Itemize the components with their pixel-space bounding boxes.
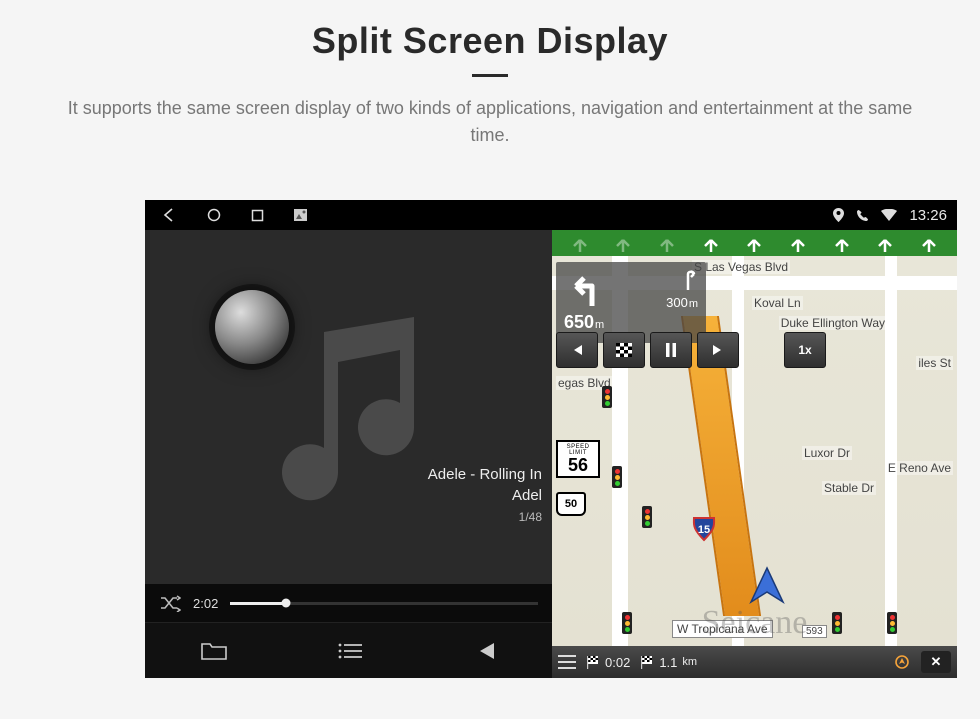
road-label: Stable Dr [822, 481, 876, 495]
main-distance: 650 [564, 312, 594, 332]
lane-arrow-icon [615, 234, 631, 252]
status-bar: 13:26 [145, 200, 957, 230]
road-label: iles St [916, 356, 953, 370]
lane-arrow-icon [659, 234, 675, 252]
next-distance-unit: m [689, 298, 698, 310]
main-distance-unit: m [595, 319, 604, 331]
speed-limit-sign: SPEED LIMIT 56 [556, 440, 600, 478]
album-art-area: Adele - Rolling In Adel 1/48 [145, 230, 552, 584]
nav-playback-controls: 1x [556, 332, 826, 368]
previous-icon[interactable] [474, 641, 496, 661]
music-note-icon [264, 312, 434, 502]
eta-time: 0:02 [605, 655, 630, 670]
prev-button[interactable] [556, 332, 598, 368]
shuffle-icon[interactable] [159, 594, 181, 612]
gallery-icon[interactable] [294, 209, 307, 221]
page-title: Split Screen Display [40, 20, 940, 62]
navigation-pane: S Las Vegas Blvd Duke Ellington Way Kova… [552, 230, 957, 678]
traffic-light-icon [887, 612, 897, 634]
distance-flag-icon [640, 655, 654, 669]
clock: 13:26 [909, 207, 947, 224]
turn-left-icon [564, 268, 606, 310]
close-button[interactable]: ✕ [921, 651, 951, 673]
lane-arrow-icon [921, 234, 937, 252]
road-label: Duke Ellington Way [779, 316, 887, 330]
interstate-shield-icon: 15 [692, 516, 716, 542]
speed-button[interactable]: 1x [784, 332, 826, 368]
road-label: 593 [802, 625, 827, 638]
recenter-icon[interactable] [893, 653, 911, 671]
elapsed-time: 2:02 [193, 596, 218, 611]
wifi-icon [881, 209, 897, 221]
road-label: S Las Vegas Blvd [692, 260, 790, 274]
music-bottom-bar [145, 622, 552, 678]
back-icon[interactable] [161, 207, 177, 223]
device-screen: 13:26 Adele - Rolling In Adel 1/48 [145, 200, 957, 678]
phone-icon [856, 209, 869, 222]
road-label: E Reno Ave [886, 461, 953, 475]
title-underline [472, 74, 508, 77]
progress-bar[interactable] [230, 602, 538, 605]
lane-guidance-bar [552, 230, 957, 256]
road-label: Luxor Dr [802, 446, 852, 460]
location-icon [833, 208, 844, 222]
pause-button[interactable] [650, 332, 692, 368]
svg-text:15: 15 [698, 524, 710, 536]
lane-arrow-icon [572, 234, 588, 252]
track-count: 1/48 [428, 510, 542, 524]
road-label: W Tropicana Ave [672, 620, 773, 638]
recent-icon[interactable] [251, 209, 264, 222]
remaining-distance: 1.1 [659, 655, 677, 670]
lane-arrow-icon [790, 234, 806, 252]
home-icon[interactable] [207, 208, 221, 222]
turn-panel: 300m 650m [556, 262, 706, 343]
folder-icon[interactable] [201, 641, 227, 661]
lane-arrow-icon [877, 234, 893, 252]
traffic-light-icon [612, 466, 622, 488]
next-distance: 300 [666, 295, 688, 310]
vehicle-cursor-icon [747, 566, 787, 606]
eta-flag-icon [586, 655, 600, 669]
checkered-button[interactable] [603, 332, 645, 368]
remaining-unit: km [682, 656, 697, 668]
progress-row: 2:02 [145, 584, 552, 622]
traffic-light-icon [602, 386, 612, 408]
traffic-light-icon [622, 612, 632, 634]
page-subtitle: It supports the same screen display of t… [50, 95, 930, 149]
lane-arrow-icon [746, 234, 762, 252]
road-label: Koval Ln [752, 296, 803, 310]
track-artist: Adel [428, 487, 542, 504]
traffic-light-icon [832, 612, 842, 634]
nav-bottom-bar: 0:02 1.1 km ✕ [552, 646, 957, 678]
speed-limit-value: 56 [558, 456, 598, 474]
sphere-button[interactable] [215, 290, 289, 364]
traffic-light-icon [642, 506, 652, 528]
lane-arrow-icon [834, 234, 850, 252]
menu-icon[interactable] [558, 655, 576, 669]
route-shield: 50 [556, 492, 586, 516]
music-pane: Adele - Rolling In Adel 1/48 2:02 [145, 230, 552, 678]
playlist-icon[interactable] [338, 642, 362, 660]
lane-arrow-icon [703, 234, 719, 252]
next-button[interactable] [697, 332, 739, 368]
turn-next-icon [678, 268, 698, 290]
track-title: Adele - Rolling In [428, 466, 542, 483]
